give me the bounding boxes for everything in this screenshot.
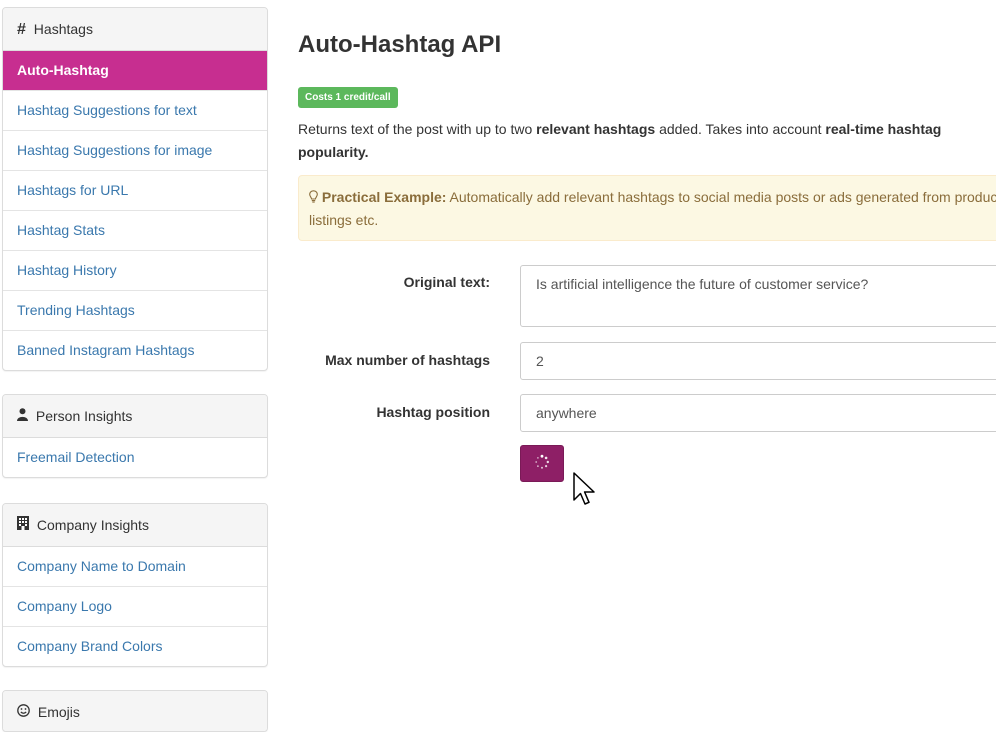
hash-icon: # (17, 21, 26, 38)
sidebar-item-freemail-detection[interactable]: Freemail Detection (3, 438, 267, 477)
company-insights-heading: Company Insights (3, 504, 267, 547)
description-bold-1: relevant hashtags (536, 121, 656, 137)
sidebar-item-hashtag-suggestions-text[interactable]: Hashtag Suggestions for text (3, 91, 267, 131)
person-insights-title: Person Insights (35, 408, 133, 424)
original-text-label: Original text: (403, 274, 490, 290)
max-hashtags-input[interactable]: 2 (520, 342, 996, 380)
page-title: Auto-Hashtag API (298, 31, 502, 58)
mouse-cursor-icon (573, 472, 597, 511)
description-text-1: Returns text of the post with up to two (298, 121, 537, 137)
hashtags-panel: # Hashtags Auto-Hashtag Hashtag Suggesti… (2, 7, 268, 371)
sidebar-item-hashtag-stats[interactable]: Hashtag Stats (3, 211, 267, 251)
original-text-input[interactable]: Is artificial intelligence the future of… (520, 265, 996, 327)
sidebar-item-banned-instagram-hashtags[interactable]: Banned Instagram Hashtags (3, 331, 267, 370)
person-insights-panel: Person Insights Freemail Detection (2, 394, 268, 478)
hashtag-position-select[interactable]: anywhere (520, 394, 996, 432)
description-text-2: added. Takes into account (655, 121, 826, 137)
sidebar-item-hashtag-history[interactable]: Hashtag History (3, 251, 267, 291)
sidebar-item-company-name-to-domain[interactable]: Company Name to Domain (3, 547, 267, 587)
sidebar-item-auto-hashtag[interactable]: Auto-Hashtag (3, 51, 267, 91)
user-icon (17, 395, 28, 437)
smiley-icon (17, 691, 30, 731)
submit-button[interactable] (520, 445, 564, 482)
sidebar-item-company-brand-colors[interactable]: Company Brand Colors (3, 627, 267, 666)
hashtag-position-label: Hashtag position (376, 404, 490, 420)
api-description: Returns text of the post with up to two … (298, 118, 996, 164)
company-insights-title: Company Insights (36, 517, 149, 533)
practical-example-alert: Practical Example: Automatically add rel… (298, 175, 996, 241)
hashtags-panel-title: Hashtags (33, 21, 93, 37)
emojis-heading: Emojis (3, 691, 267, 731)
person-insights-heading: Person Insights (3, 395, 267, 438)
max-hashtags-label: Max number of hashtags (325, 352, 490, 368)
sidebar-item-hashtag-suggestions-image[interactable]: Hashtag Suggestions for image (3, 131, 267, 171)
building-icon (17, 504, 29, 546)
emojis-panel: Emojis (2, 690, 268, 732)
sidebar-item-hashtags-for-url[interactable]: Hashtags for URL (3, 171, 267, 211)
sidebar-item-company-logo[interactable]: Company Logo (3, 587, 267, 627)
practical-example-label: Practical Example: (321, 189, 447, 205)
cost-badge: Costs 1 credit/call (298, 87, 398, 108)
hashtags-panel-heading: # Hashtags (3, 8, 267, 51)
sidebar-item-trending-hashtags[interactable]: Trending Hashtags (3, 291, 267, 331)
spinner-icon (534, 454, 550, 473)
company-insights-panel: Company Insights Company Name to Domain … (2, 503, 268, 667)
lightbulb-icon (309, 189, 322, 205)
